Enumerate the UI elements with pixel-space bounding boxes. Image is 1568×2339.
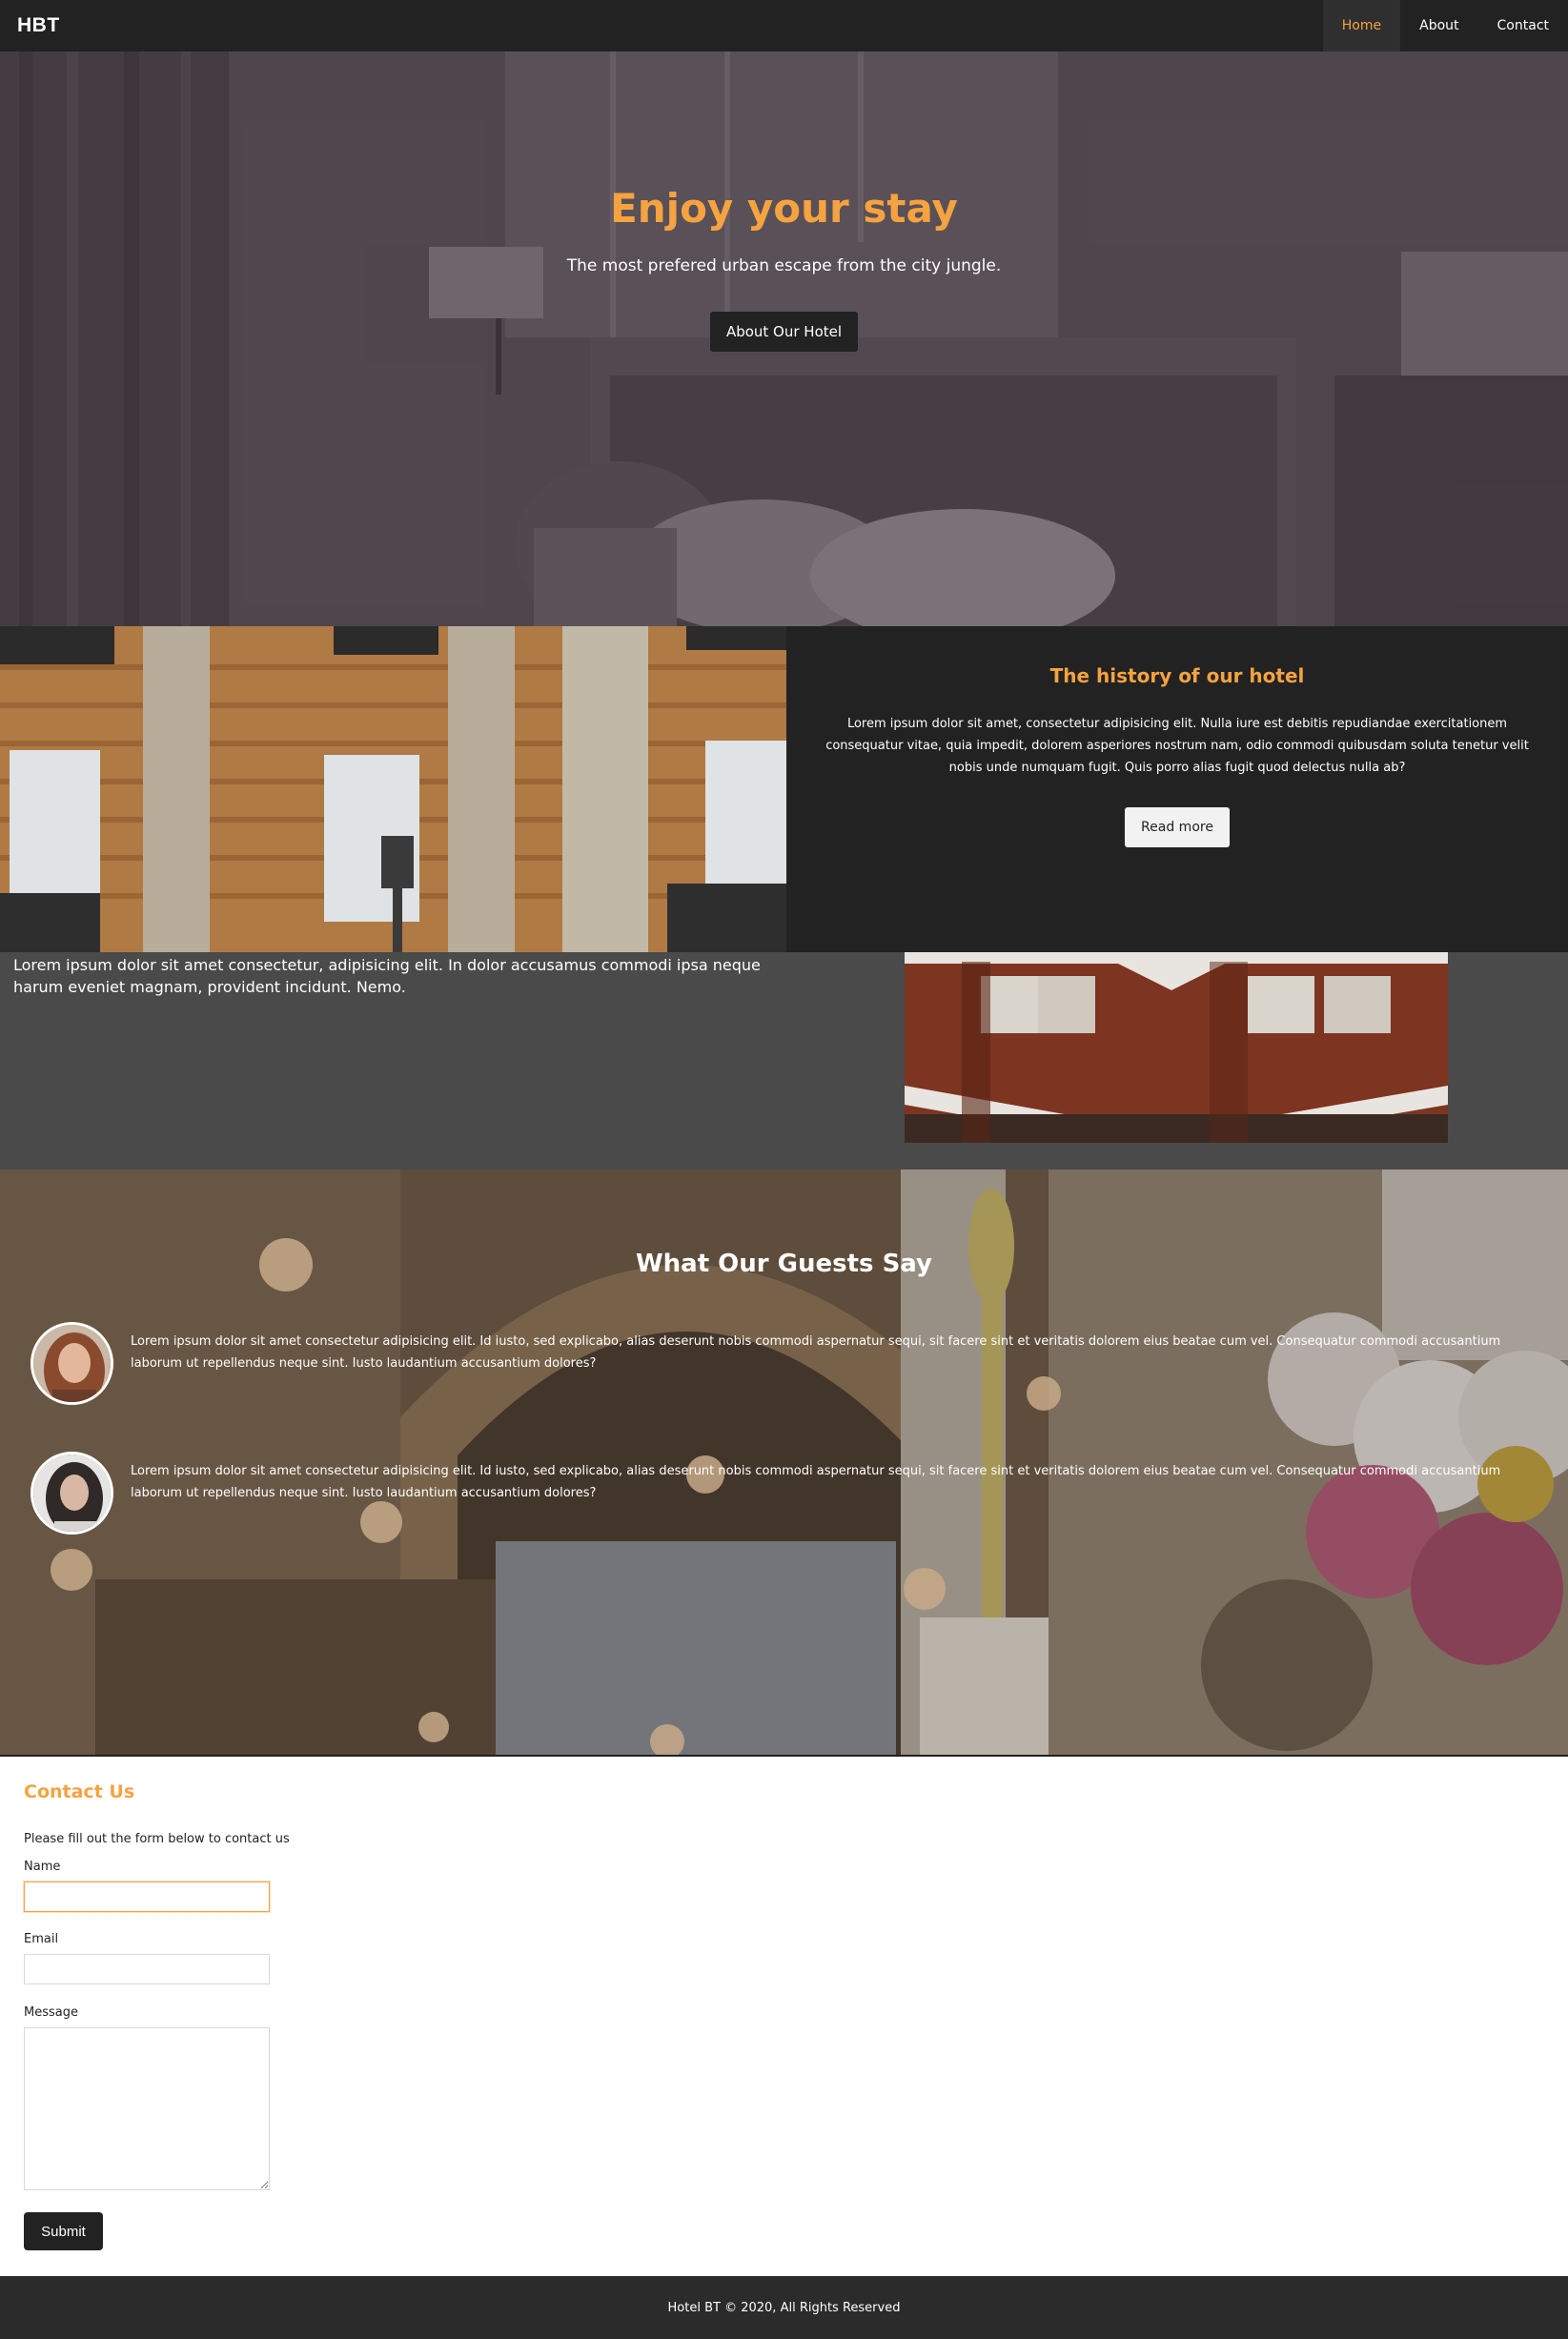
hero-section: Enjoy your stay The most prefered urban … (0, 51, 1568, 626)
hero-content: Enjoy your stay The most prefered urban … (0, 185, 1568, 352)
hero-subtitle: The most prefered urban escape from the … (566, 256, 1002, 275)
guest-avatar (31, 1452, 113, 1535)
nav-links: Home About Contact (1322, 0, 1568, 51)
history-text: Lorem ipsum dolor sit amet, consectetur … (825, 717, 1529, 775)
submit-button[interactable]: Submit (24, 2212, 103, 2250)
contact-title: Contact Us (24, 1781, 135, 1802)
history-section: The history of our hotel Lorem ipsum dol… (0, 626, 1568, 952)
hero-title: Enjoy your stay (610, 185, 958, 232)
navbar: HBT Home About Contact (0, 0, 1568, 51)
building-facade-image (0, 626, 786, 952)
history-title: The history of our hotel (1049, 664, 1305, 687)
testimonials-title: What Our Guests Say (635, 1250, 933, 1278)
email-label: Email (24, 1932, 59, 1946)
read-more-button[interactable]: Read more (1125, 807, 1230, 848)
nav-link-contact[interactable]: Contact (1478, 0, 1568, 51)
about-hotel-button[interactable]: About Our Hotel (709, 312, 859, 352)
message-textarea[interactable] (24, 2027, 270, 2190)
strip-text: Lorem ipsum dolor sit amet consectetur, … (13, 956, 761, 997)
footer: Hotel BT © 2020, All Rights Reserved (0, 2276, 1568, 2339)
history-panel: The history of our hotel Lorem ipsum dol… (786, 626, 1568, 952)
nav-link-about[interactable]: About (1400, 0, 1477, 51)
testimonial-text: Lorem ipsum dolor sit amet consectetur a… (131, 1334, 1501, 1371)
info-strip: Lorem ipsum dolor sit amet consectetur, … (0, 952, 1568, 1170)
nav-link-home[interactable]: Home (1322, 0, 1401, 51)
testimonial-item: Lorem ipsum dolor sit amet consectetur a… (31, 1322, 1546, 1405)
footer-copyright: Hotel BT © 2020, All Rights Reserved (667, 2300, 901, 2315)
testimonial-text: Lorem ipsum dolor sit amet consectetur a… (131, 1464, 1501, 1500)
guest-avatar (31, 1322, 113, 1405)
testimonial-item: Lorem ipsum dolor sit amet consectetur a… (31, 1452, 1546, 1535)
contact-section: Contact Us Please fill out the form belo… (0, 1755, 1568, 2276)
brand-logo[interactable]: HBT (17, 14, 60, 37)
contact-intro: Please fill out the form below to contac… (24, 1832, 290, 1846)
name-label: Name (24, 1860, 61, 1874)
name-input[interactable] (24, 1881, 270, 1912)
email-input[interactable] (24, 1954, 270, 1984)
testimonials-section: What Our Guests Say Lorem ipsum dolor si… (0, 1170, 1568, 1755)
brick-building-image (905, 952, 1448, 1143)
message-label: Message (24, 2005, 78, 2020)
